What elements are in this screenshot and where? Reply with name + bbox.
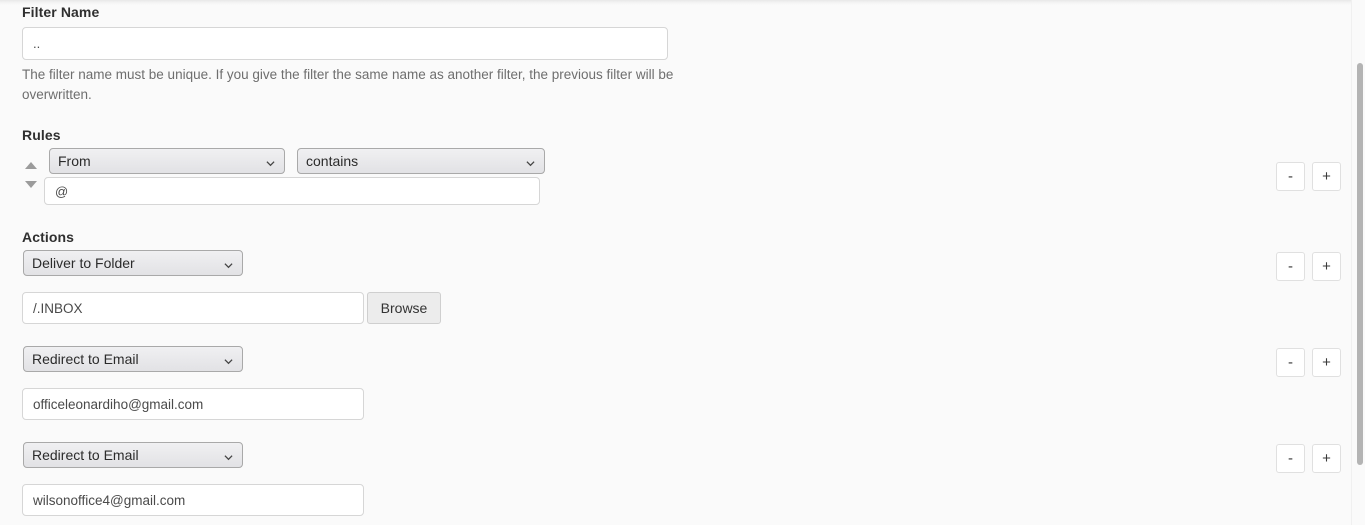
add-action-button-1[interactable]: +	[1312, 252, 1341, 281]
rules-label: Rules	[22, 127, 61, 143]
remove-action-button-1[interactable]: -	[1276, 252, 1305, 281]
viewport-top-shadow	[0, 0, 1365, 5]
page-scrollbar-thumb[interactable]	[1357, 63, 1363, 465]
filter-name-help-text: The filter name must be unique. If you g…	[22, 67, 674, 102]
action-select-wrapper-3: Redirect to Email	[23, 442, 243, 468]
remove-action-button-3[interactable]: -	[1276, 444, 1305, 473]
rule-field-select[interactable]: From	[49, 148, 285, 174]
action-select-wrapper-1: Deliver to Folder	[23, 250, 243, 276]
add-action-button-2[interactable]: +	[1312, 348, 1341, 377]
rule-value-input[interactable]	[44, 177, 540, 205]
add-rule-button[interactable]: +	[1312, 162, 1341, 191]
add-action-button-3[interactable]: +	[1312, 444, 1341, 473]
triangle-down-icon[interactable]	[25, 181, 37, 188]
filter-settings-page: Filter Name The filter name must be uniq…	[0, 0, 1365, 525]
action-type-select-2[interactable]: Redirect to Email	[23, 346, 243, 372]
browse-folder-button[interactable]: Browse	[367, 292, 441, 324]
rule-operator-select[interactable]: contains	[297, 148, 545, 174]
action-type-select-3[interactable]: Redirect to Email	[23, 442, 243, 468]
action-select-wrapper-2: Redirect to Email	[23, 346, 243, 372]
triangle-up-icon[interactable]	[25, 162, 37, 169]
filter-name-label: Filter Name	[22, 4, 100, 20]
rule-reorder-controls	[24, 158, 40, 202]
deliver-folder-input[interactable]	[22, 292, 364, 324]
page-scrollbar-track[interactable]	[1351, 0, 1365, 525]
rule-field-select-wrapper: From	[49, 148, 285, 174]
filter-name-input[interactable]	[22, 27, 668, 60]
actions-label: Actions	[22, 229, 75, 245]
rule-operator-select-wrapper: contains	[297, 148, 545, 174]
remove-rule-button[interactable]: -	[1276, 162, 1305, 191]
redirect-email-input-1[interactable]	[22, 388, 364, 420]
remove-action-button-2[interactable]: -	[1276, 348, 1305, 377]
redirect-email-input-2[interactable]	[22, 484, 364, 516]
action-type-select-1[interactable]: Deliver to Folder	[23, 250, 243, 276]
